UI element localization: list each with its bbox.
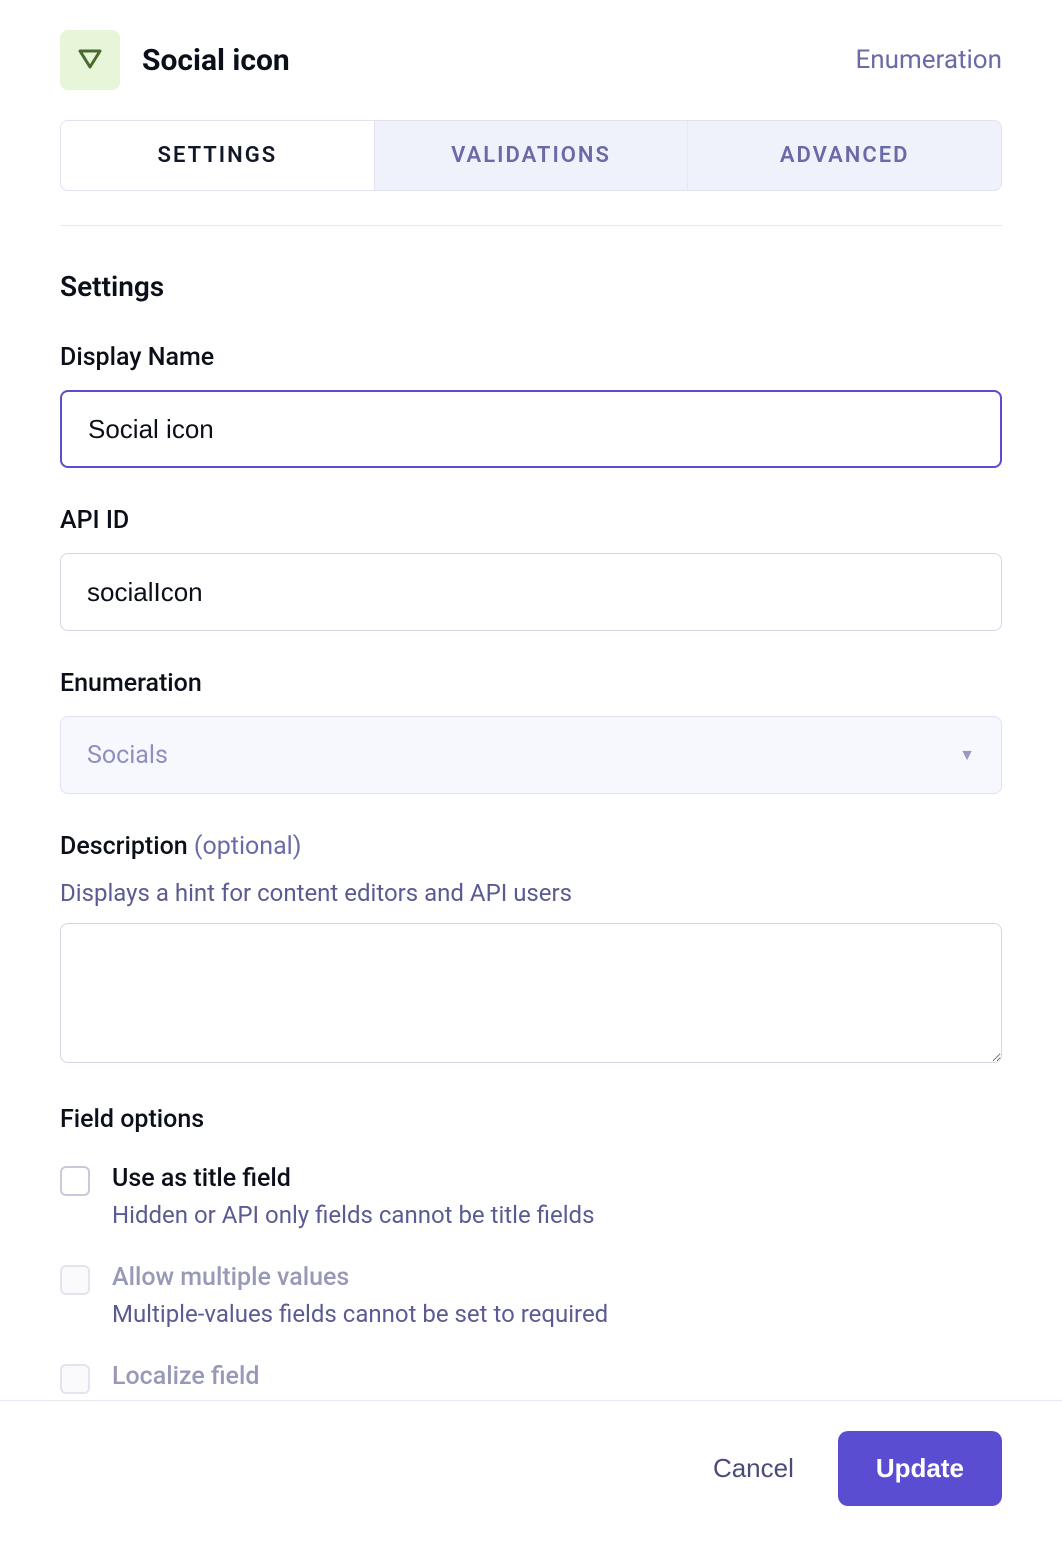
section-title: Settings	[60, 270, 1002, 303]
tab-advanced[interactable]: ADVANCED	[688, 121, 1001, 190]
use-as-title-checkbox[interactable]	[60, 1166, 90, 1196]
description-textarea[interactable]	[60, 923, 1002, 1063]
allow-multiple-checkbox	[60, 1265, 90, 1295]
description-hint: Displays a hint for content editors and …	[60, 879, 1002, 907]
cancel-button[interactable]: Cancel	[713, 1453, 794, 1484]
header-title: Social icon	[142, 43, 290, 78]
enumeration-label: Enumeration	[60, 669, 1002, 698]
display-name-input[interactable]	[60, 390, 1002, 468]
tab-settings[interactable]: SETTINGS	[61, 121, 375, 190]
description-label-text: Description	[60, 832, 188, 861]
allow-multiple-label: Allow multiple values	[112, 1263, 608, 1292]
api-id-label: API ID	[60, 506, 1002, 535]
use-as-title-hint: Hidden or API only fields cannot be titl…	[112, 1201, 594, 1229]
api-id-input[interactable]	[60, 553, 1002, 631]
description-label: Description (optional)	[60, 832, 1002, 861]
enumeration-select[interactable]: Socials ▼	[60, 716, 1002, 794]
enumeration-selected-value: Socials	[87, 741, 168, 770]
tab-validations[interactable]: VALIDATIONS	[375, 121, 689, 190]
field-type-label: Enumeration	[855, 45, 1002, 75]
use-as-title-label: Use as title field	[112, 1164, 594, 1193]
enumeration-icon	[60, 30, 120, 90]
field-options-title: Field options	[60, 1105, 1002, 1134]
chevron-down-icon: ▼	[959, 745, 975, 765]
description-optional-tag: (optional)	[194, 832, 302, 861]
update-button[interactable]: Update	[838, 1431, 1002, 1506]
display-name-label: Display Name	[60, 343, 1002, 372]
localize-checkbox	[60, 1364, 90, 1394]
tabs: SETTINGS VALIDATIONS ADVANCED	[60, 120, 1002, 191]
localize-label: Localize field	[112, 1362, 259, 1391]
allow-multiple-hint: Multiple-values fields cannot be set to …	[112, 1300, 608, 1328]
